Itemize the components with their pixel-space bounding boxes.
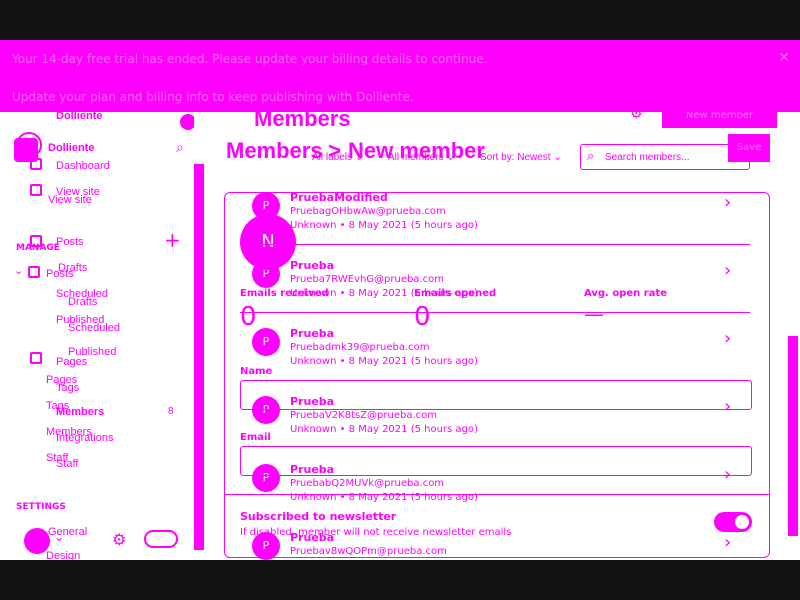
search-members-input[interactable]: ⌕ Search members...: [580, 144, 750, 170]
member-email: PruebagOHbwAw@prueba.com: [290, 206, 446, 217]
plus-icon[interactable]: +: [164, 228, 181, 252]
form-divider: [240, 244, 750, 245]
open-rate-label: Avg. open rate: [584, 288, 667, 299]
filter-members-text: All members: [388, 152, 444, 163]
member-email: PruebabQ2MUVk@prueba.com: [290, 478, 445, 489]
member-name: Prueba: [290, 327, 335, 340]
email-label: Email: [240, 432, 271, 443]
member-meta: Unknown • 8 May 2021 (5 hours ago): [290, 424, 478, 435]
sidebar-scroll-thumb[interactable]: [194, 164, 204, 550]
chevron-right-icon: ›: [724, 328, 732, 349]
sidebar-item-design[interactable]: Design: [46, 550, 80, 560]
view-site-icon: [30, 184, 42, 196]
search-icon[interactable]: ⌕: [176, 140, 184, 156]
member-name: Prueba: [290, 259, 335, 272]
avatar[interactable]: [24, 528, 50, 554]
chevron-down-icon[interactable]: ⌄: [14, 264, 23, 277]
sidebar-item-integrations[interactable]: Integrations: [56, 432, 113, 444]
banner-line-1: Your 14-day free trial has ended. Please…: [12, 52, 488, 66]
email-field[interactable]: [240, 446, 752, 476]
member-meta: Unknown • 8 May 2021 (5 hours ago): [290, 220, 478, 231]
sidebar-item-view-site-echo: View site: [48, 194, 92, 206]
newsletter-toggle[interactable]: [714, 512, 752, 532]
sidebar-item-staff[interactable]: Staff: [56, 458, 78, 470]
filter-labels[interactable]: All labels ⌄: [312, 152, 363, 163]
app-window: Your 14-day free trial has ended. Please…: [0, 40, 800, 560]
filter-labels-text: All labels: [312, 152, 353, 163]
section-settings: SETTINGS: [16, 502, 66, 512]
chevron-right-icon: ›: [724, 532, 732, 553]
sidebar-item-dashboard[interactable]: Dashboard: [56, 160, 110, 172]
dashboard-icon: [30, 158, 42, 170]
emails-received-value: 0: [240, 302, 257, 332]
sidebar-item-pages-echo: Pages: [56, 356, 88, 368]
form-divider: [224, 494, 770, 495]
member-email: Pruebadmk39@prueba.com: [290, 342, 430, 353]
close-icon[interactable]: ✕: [778, 50, 790, 66]
sidebar-item-drafts[interactable]: Drafts: [58, 262, 87, 274]
name-field[interactable]: [240, 380, 752, 410]
search-icon: ⌕: [587, 149, 595, 164]
gear-icon[interactable]: ⚙: [112, 530, 126, 549]
member-email: PruebaV2K8tsZ@prueba.com: [290, 410, 437, 421]
form-divider: [240, 312, 750, 313]
name-label: Name: [240, 366, 273, 377]
emails-opened-label: Emails opened: [414, 288, 497, 299]
avatar: P: [252, 328, 280, 356]
trial-banner: Your 14-day free trial has ended. Please…: [0, 40, 800, 112]
sort-text: Sort by: Newest: [480, 152, 551, 163]
sidebar: [0, 112, 204, 560]
members-count: 8: [168, 406, 174, 417]
sidebar-scrollbar[interactable]: [194, 112, 204, 560]
new-member-avatar: N: [240, 214, 296, 270]
member-email: Pruebav8wQOPm@prueba.com: [290, 546, 447, 557]
member-name: PruebaModified: [290, 191, 388, 204]
sidebar-item-published[interactable]: Published: [56, 314, 104, 326]
toggle-knob: [735, 515, 749, 529]
banner-line-2: Update your plan and billing info to kee…: [12, 90, 414, 104]
posts-icon-echo: [28, 266, 40, 278]
member-meta: Unknown • 8 May 2021 (5 hours ago): [290, 356, 478, 367]
posts-icon: [30, 235, 42, 247]
emails-opened-value: 0: [414, 302, 431, 332]
pages-icon: [30, 352, 42, 364]
subscribed-label: Subscribed to newsletter: [240, 510, 397, 523]
filter-members[interactable]: All members ⌄: [388, 152, 455, 163]
main-scroll-thumb[interactable]: [788, 336, 798, 536]
chevron-right-icon: ›: [724, 192, 732, 213]
chevron-down-icon[interactable]: ⌄: [54, 530, 64, 544]
member-email: Prueba7RWEvhG@prueba.com: [290, 274, 445, 285]
night-mode-toggle[interactable]: [144, 530, 178, 548]
open-rate-value: —: [584, 302, 604, 326]
sidebar-item-members-active[interactable]: Members: [56, 406, 104, 418]
site-name: Dolliente: [48, 142, 95, 154]
subscribed-hint: If disabled, member will not receive new…: [240, 527, 512, 538]
emails-received-label: Emails received: [240, 288, 329, 299]
search-placeholder: Search members...: [605, 152, 690, 163]
sidebar-item-posts[interactable]: Posts: [56, 236, 84, 248]
sort-select[interactable]: Sort by: Newest ⌄: [480, 152, 562, 163]
chevron-right-icon: ›: [724, 260, 732, 281]
breadcrumb-members[interactable]: Members: [226, 138, 323, 164]
sidebar-item-tags-echo: Tags: [56, 382, 80, 394]
sidebar-item-scheduled[interactable]: Scheduled: [56, 288, 108, 300]
